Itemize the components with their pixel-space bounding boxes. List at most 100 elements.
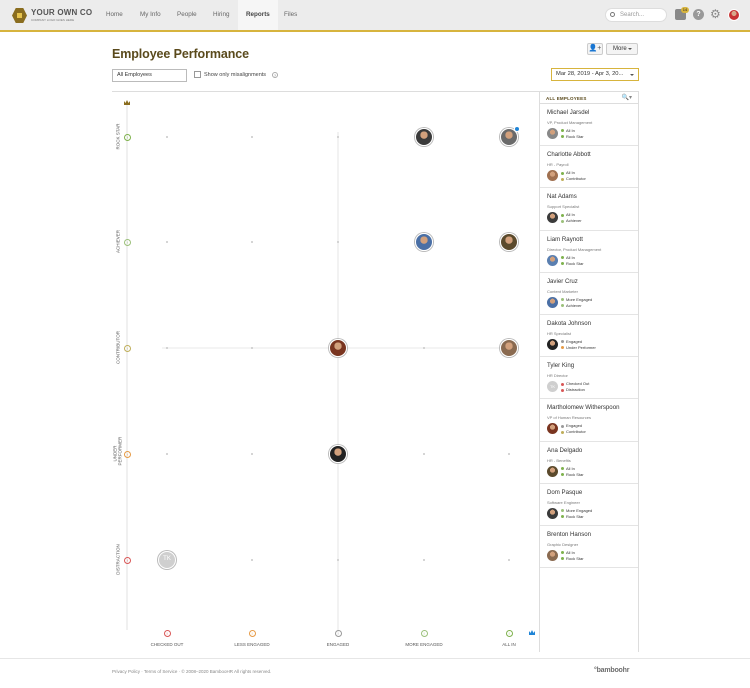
employee-name[interactable]: Liam Raynott — [547, 236, 583, 243]
employee-job-title: HR - Benefits — [547, 457, 571, 463]
employee-avatar[interactable] — [547, 128, 558, 139]
employee-point[interactable] — [500, 233, 518, 251]
user-avatar[interactable] — [728, 9, 740, 21]
performance-status: Rock Star — [561, 261, 584, 266]
x-axis-label: ENGAGED — [326, 642, 350, 647]
employee-list-item[interactable]: Charlotte Abbott HR - Payroll All In Contri… — [540, 146, 638, 189]
footer-links[interactable]: Privacy Policy · Terms of Service · © 20… — [112, 669, 271, 674]
engagement-status: More Engaged — [561, 297, 592, 302]
employee-list-item[interactable]: Tyler King HR Director TK Checked Out Distra… — [540, 357, 638, 400]
employee-name[interactable]: Martholomew Witherspoon — [547, 404, 619, 411]
performance-status-icon — [561, 135, 564, 139]
employee-job-title: Director, Product Management — [547, 246, 602, 252]
grid-dot — [251, 559, 253, 561]
grid-dot — [166, 347, 168, 349]
employee-point[interactable] — [415, 128, 433, 146]
engagement-status-icon — [561, 382, 564, 386]
performance-level-icon: ↑ — [124, 450, 131, 458]
engagement-level-icon: ! — [248, 630, 256, 637]
engagement-status: More Engaged — [561, 508, 592, 513]
engagement-status-icon — [561, 213, 564, 217]
performance-status: Rock Star — [561, 134, 584, 139]
employee-avatar[interactable] — [547, 549, 558, 561]
grid-dot — [423, 453, 425, 455]
employee-name[interactable]: Charlotte Abbott — [547, 151, 591, 158]
nav-hiring[interactable]: Hiring — [213, 0, 229, 30]
performance-status: Rock Star — [561, 556, 584, 561]
y-axis-label: CONTRIBUTOR — [115, 331, 121, 364]
help-icon[interactable]: ? — [693, 9, 704, 20]
search-placeholder: Search... — [620, 12, 645, 18]
more-employees-badge[interactable] — [514, 126, 520, 132]
nav-people[interactable]: People — [177, 0, 197, 30]
employee-name[interactable]: Tyler King — [547, 362, 574, 369]
employee-avatar[interactable] — [547, 338, 558, 350]
performance-status-icon — [561, 219, 564, 223]
employee-filter-select[interactable]: All Employees — [112, 69, 187, 82]
employee-job-title: VP, Product Management — [547, 120, 593, 125]
employee-avatar[interactable] — [547, 507, 558, 519]
employee-job-title: Content Marketer — [547, 288, 578, 294]
engagement-status-label: Engaged — [566, 423, 583, 429]
grid-dot — [423, 559, 425, 561]
grid-dot — [251, 136, 253, 138]
employee-point[interactable] — [329, 339, 347, 357]
grid-dot — [251, 453, 253, 455]
employee-avatar[interactable] — [547, 465, 558, 477]
employee-list-item[interactable]: Dom Pasque Software Engineer More Engaged R… — [540, 484, 638, 526]
employee-point[interactable] — [415, 233, 433, 251]
employee-avatar[interactable] — [547, 212, 558, 224]
engagement-status: All In — [561, 466, 575, 471]
employee-list-item[interactable]: Javier Cruz Content Marketer More Engaged A… — [540, 273, 638, 315]
performance-status-icon — [561, 346, 564, 350]
grid-dot — [423, 347, 425, 349]
employee-name[interactable]: Javier Cruz — [547, 278, 578, 285]
employee-name[interactable]: Nat Adams — [547, 193, 577, 200]
date-range-select[interactable]: Mar 28, 2019 - Apr 3, 20... — [551, 68, 639, 81]
misalignment-checkbox[interactable] — [194, 71, 201, 78]
employee-name[interactable]: Brenton Hanson — [547, 531, 591, 538]
nav-files[interactable]: Files — [284, 0, 297, 30]
performance-status-label: Distraction — [566, 387, 585, 393]
add-employee-button[interactable]: 👤+ — [587, 43, 603, 55]
panel-search-icon[interactable]: 🔍▾ — [622, 94, 632, 101]
nav-home[interactable]: Home — [106, 0, 123, 30]
employee-avatar[interactable] — [547, 296, 558, 308]
employee-avatar[interactable] — [547, 170, 558, 182]
employee-point[interactable] — [329, 445, 347, 463]
gear-icon[interactable]: ⚙ — [710, 8, 721, 20]
grid-dot — [508, 559, 510, 561]
employee-avatar[interactable]: TK — [547, 381, 558, 393]
employee-avatar[interactable] — [547, 423, 558, 435]
performance-status-icon — [561, 304, 564, 308]
company-logo[interactable]: YOUR OWN CO COMPANY LOGO GOES HERE — [12, 8, 92, 24]
employee-list-item[interactable]: Dakota Johnson HR Specialist Engaged Under … — [540, 315, 638, 358]
search-input[interactable]: Search... — [605, 8, 667, 22]
employee-list-item[interactable]: Michael Jarsdel VP, Product Management All… — [540, 104, 638, 147]
employee-list-item[interactable]: Martholomew Witherspoon VP of Human Resou… — [540, 399, 638, 442]
employee-list-item[interactable]: Ana Delgado HR - Benefits All In Rock Star — [540, 442, 638, 484]
employee-avatar[interactable] — [547, 254, 558, 266]
employee-name[interactable]: Ana Delgado — [547, 447, 582, 454]
misalignment-label: Show only misalignments — [204, 72, 267, 78]
employee-list-item[interactable]: Nat Adams Support Specialist All In Achieve… — [540, 188, 638, 231]
nav-my-info[interactable]: My Info — [140, 0, 161, 30]
performance-status: Under Performer — [561, 345, 596, 350]
logo-tagline: COMPANY LOGO GOES HERE — [31, 18, 75, 22]
employee-list-item[interactable]: Liam Raynott Director, Product Management… — [540, 231, 638, 273]
employee-name[interactable]: Dom Pasque — [547, 489, 582, 496]
employee-name[interactable]: Dakota Johnson — [547, 320, 591, 327]
employee-job-title: HR Specialist — [547, 330, 572, 336]
employee-point[interactable] — [500, 339, 518, 357]
employee-job-title: Support Specialist — [547, 204, 580, 210]
info-icon[interactable]: ? — [272, 72, 278, 78]
employee-job-title: HR - Payroll — [547, 162, 569, 168]
engagement-status-icon — [561, 298, 564, 302]
employee-point[interactable]: TK — [158, 551, 176, 569]
engagement-status-label: All In — [566, 170, 575, 176]
footer-divider — [0, 658, 750, 659]
nav-reports[interactable]: Reports — [238, 0, 278, 30]
employee-name[interactable]: Michael Jarsdel — [547, 109, 589, 116]
more-button[interactable]: More — [606, 43, 638, 55]
employee-list-item[interactable]: Brenton Hanson Graphic Designer All In Rock… — [540, 526, 638, 569]
